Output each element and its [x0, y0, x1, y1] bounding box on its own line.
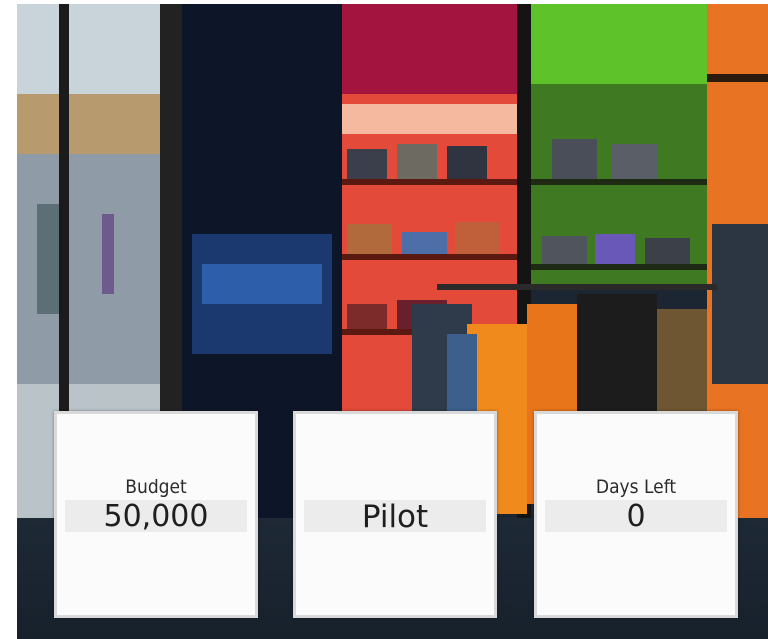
mode-value: Pilot	[361, 499, 429, 535]
days-left-label: Days Left	[595, 476, 677, 498]
budget-label: Budget	[125, 476, 187, 498]
days-left-value: 0	[626, 499, 646, 534]
budget-card: Budget 50,000	[54, 411, 258, 618]
mode-card: Pilot	[293, 411, 497, 618]
days-left-card: Days Left 0	[534, 411, 738, 618]
budget-value: 50,000	[103, 499, 209, 534]
game-screen: Budget 50,000 Pilot Days Left 0	[17, 4, 768, 639]
